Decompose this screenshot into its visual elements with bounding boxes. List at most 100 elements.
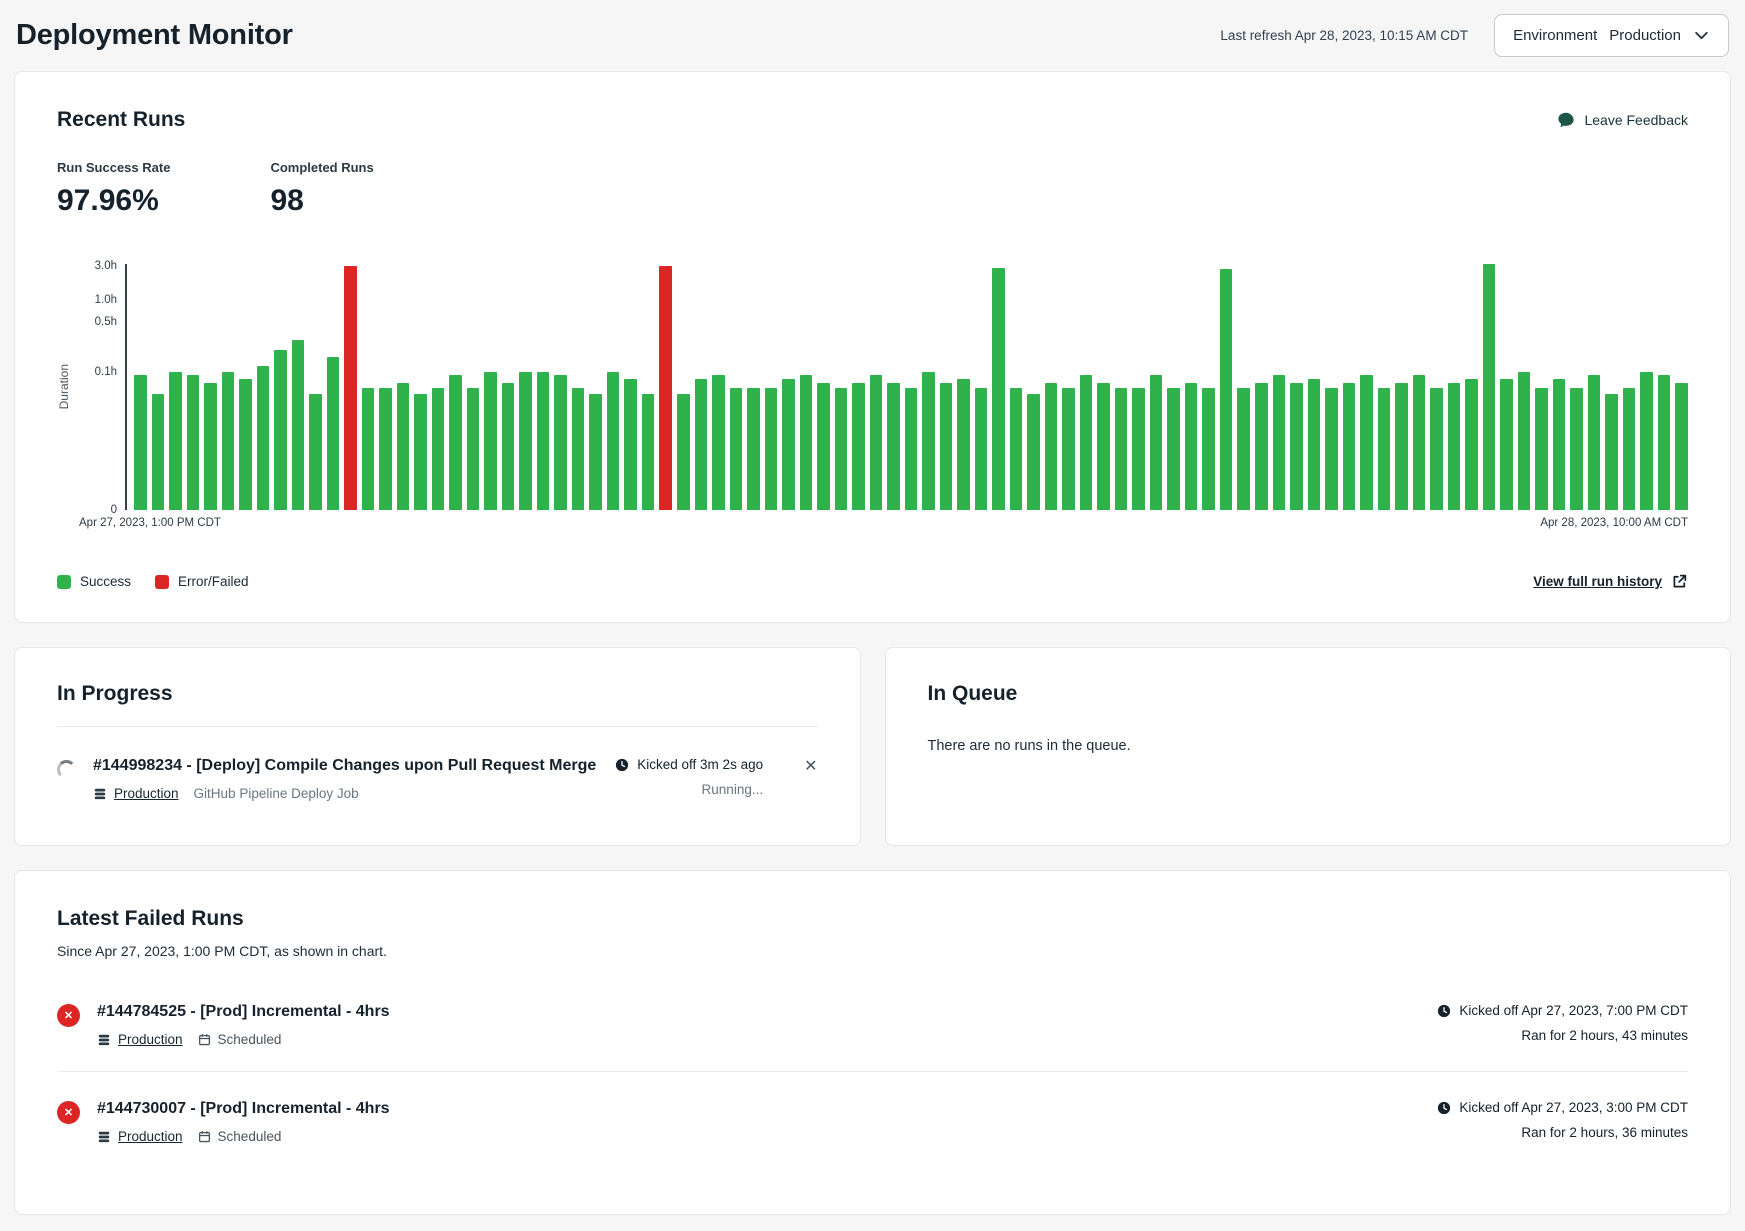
run-bar-success[interactable]: [1062, 388, 1075, 510]
run-bar-success[interactable]: [292, 340, 305, 510]
run-bar-success[interactable]: [1080, 375, 1093, 510]
run-bar-success[interactable]: [1010, 388, 1023, 510]
run-bar-success[interactable]: [1308, 379, 1321, 510]
run-bar-success[interactable]: [1518, 372, 1531, 510]
run-bar-success[interactable]: [1045, 383, 1058, 510]
run-bar-success[interactable]: [1605, 394, 1618, 510]
run-bar-success[interactable]: [1658, 375, 1671, 510]
run-bar-success[interactable]: [800, 375, 813, 510]
topbar-right: Last refresh Apr 28, 2023, 10:15 AM CDT …: [1220, 14, 1729, 57]
run-bar-success[interactable]: [1185, 383, 1198, 510]
run-bar-success[interactable]: [519, 372, 532, 510]
run-bar-success[interactable]: [1675, 383, 1688, 510]
run-bar-error[interactable]: [344, 266, 357, 510]
run-bar-success[interactable]: [379, 388, 392, 510]
environment-link[interactable]: Production: [93, 786, 179, 801]
run-bar-success[interactable]: [695, 379, 708, 510]
run-bar-success[interactable]: [309, 394, 322, 510]
run-bar-success[interactable]: [1553, 379, 1566, 510]
run-bar-success[interactable]: [1588, 375, 1601, 510]
run-bar-success[interactable]: [1027, 394, 1040, 510]
run-bar-success[interactable]: [1202, 388, 1215, 510]
run-bar-success[interactable]: [887, 383, 900, 510]
run-bar-success[interactable]: [642, 394, 655, 510]
run-bar-success[interactable]: [747, 388, 760, 510]
run-bar-success[interactable]: [975, 388, 988, 510]
run-bar-success[interactable]: [239, 379, 252, 510]
run-bar-success[interactable]: [624, 379, 637, 510]
run-bar-success[interactable]: [1640, 372, 1653, 510]
run-bar-success[interactable]: [835, 388, 848, 510]
run-bar-success[interactable]: [502, 383, 515, 510]
run-bar-success[interactable]: [765, 388, 778, 510]
run-bar-success[interactable]: [187, 375, 200, 510]
run-bar-success[interactable]: [922, 372, 935, 510]
environment-link[interactable]: Production: [97, 1032, 183, 1047]
close-icon[interactable]: ✕: [804, 759, 817, 775]
chart-x-axis: Apr 27, 2023, 1:00 PM CDT Apr 28, 2023, …: [79, 517, 1688, 529]
run-bar-error[interactable]: [659, 266, 672, 510]
run-bar-success[interactable]: [1273, 375, 1286, 510]
run-bar-success[interactable]: [782, 379, 795, 510]
run-bar-success[interactable]: [957, 379, 970, 510]
run-bar-success[interactable]: [432, 388, 445, 510]
view-full-run-history-link[interactable]: View full run history: [1533, 573, 1688, 590]
environment-dropdown[interactable]: Environment Production: [1494, 14, 1729, 57]
run-bar-success[interactable]: [484, 372, 497, 510]
run-bar-success[interactable]: [1360, 375, 1373, 510]
run-bar-success[interactable]: [572, 388, 585, 510]
run-bar-success[interactable]: [1465, 379, 1478, 510]
run-bar-success[interactable]: [537, 372, 550, 510]
run-bar-success[interactable]: [1378, 388, 1391, 510]
run-bar-success[interactable]: [1500, 379, 1513, 510]
run-bar-success[interactable]: [1220, 269, 1233, 510]
run-bar-success[interactable]: [1448, 383, 1461, 510]
middle-row: In Progress #144998234 - [Deploy] Compil…: [14, 647, 1731, 846]
run-bar-success[interactable]: [905, 388, 918, 510]
run-bar-success[interactable]: [1343, 383, 1356, 510]
run-bar-success[interactable]: [1097, 383, 1110, 510]
run-bar-success[interactable]: [134, 375, 147, 510]
run-bar-success[interactable]: [1535, 388, 1548, 510]
run-bar-success[interactable]: [467, 388, 480, 510]
run-bar-success[interactable]: [362, 388, 375, 510]
run-bar-success[interactable]: [677, 394, 690, 510]
run-bar-success[interactable]: [327, 357, 340, 510]
run-bar-success[interactable]: [1132, 388, 1145, 510]
run-bar-success[interactable]: [169, 372, 182, 510]
in-progress-run-meta: Kicked off 3m 2s ago Running...: [615, 757, 763, 797]
run-bar-success[interactable]: [1413, 375, 1426, 510]
run-bar-success[interactable]: [449, 375, 462, 510]
run-bar-success[interactable]: [414, 394, 427, 510]
run-bar-success[interactable]: [870, 375, 883, 510]
run-bar-success[interactable]: [1255, 383, 1268, 510]
run-bar-success[interactable]: [1623, 388, 1636, 510]
run-bar-success[interactable]: [1430, 388, 1443, 510]
run-bar-success[interactable]: [204, 383, 217, 510]
run-bar-success[interactable]: [152, 394, 165, 510]
run-bar-success[interactable]: [992, 268, 1005, 510]
run-bar-success[interactable]: [274, 350, 287, 510]
run-bar-success[interactable]: [817, 383, 830, 510]
run-bar-success[interactable]: [940, 383, 953, 510]
run-bar-success[interactable]: [222, 372, 235, 510]
run-bar-success[interactable]: [1570, 388, 1583, 510]
run-bar-success[interactable]: [1483, 264, 1496, 510]
run-bar-success[interactable]: [257, 366, 270, 510]
run-bar-success[interactable]: [607, 372, 620, 510]
environment-link[interactable]: Production: [97, 1129, 183, 1144]
run-bar-success[interactable]: [1150, 375, 1163, 510]
run-bar-success[interactable]: [1395, 383, 1408, 510]
run-bar-success[interactable]: [730, 388, 743, 510]
run-bar-success[interactable]: [554, 375, 567, 510]
run-bar-success[interactable]: [1115, 388, 1128, 510]
run-bar-success[interactable]: [397, 383, 410, 510]
run-bar-success[interactable]: [1325, 388, 1338, 510]
run-bar-success[interactable]: [1290, 383, 1303, 510]
run-bar-success[interactable]: [852, 383, 865, 510]
run-bar-success[interactable]: [589, 394, 602, 510]
run-bar-success[interactable]: [712, 375, 725, 510]
run-bar-success[interactable]: [1167, 388, 1180, 510]
leave-feedback-button[interactable]: Leave Feedback: [1557, 111, 1688, 129]
run-bar-success[interactable]: [1237, 388, 1250, 510]
